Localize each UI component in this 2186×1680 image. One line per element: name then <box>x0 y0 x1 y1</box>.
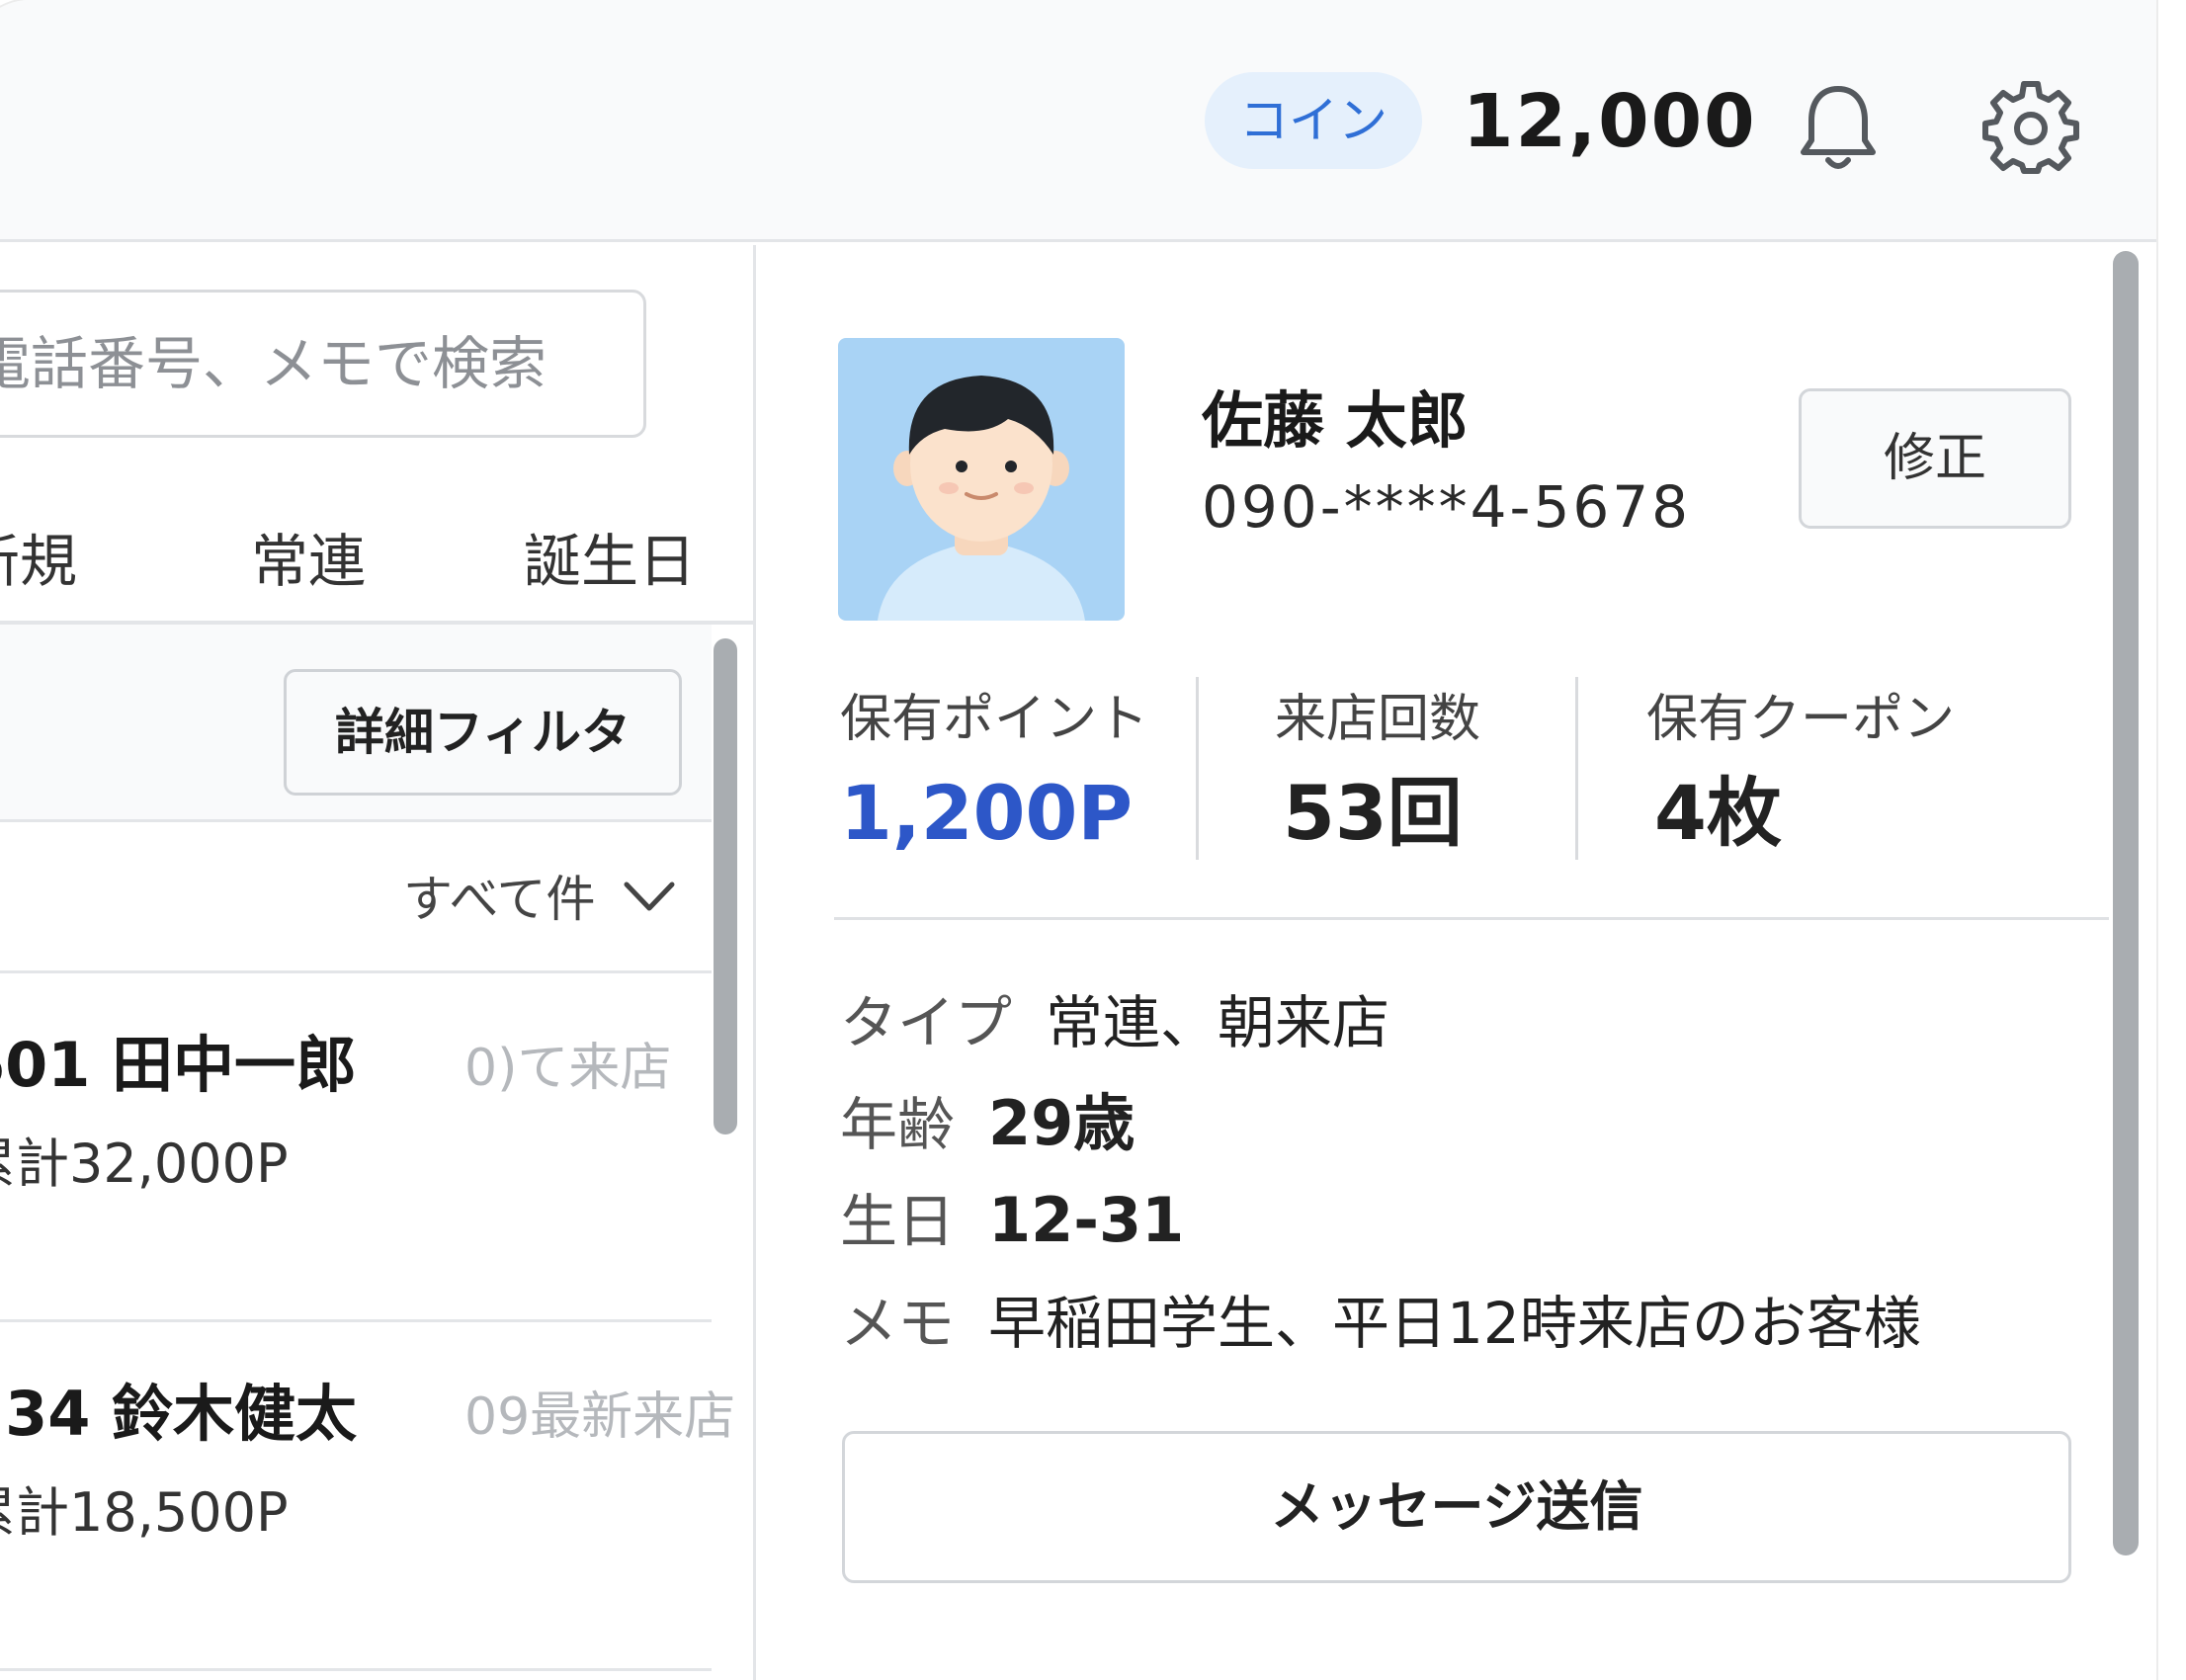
coupons-label: 保有クーポン <box>1646 690 1956 749</box>
search-input[interactable]: 電話番号、メモで検索 <box>0 290 646 438</box>
visits-stat: 来店回数 53回 <box>1275 680 1480 878</box>
coupons-value: 4枚 <box>1654 769 1782 857</box>
visits-label: 来店回数 <box>1275 690 1481 749</box>
customer-name: 佐藤 太郎 <box>1202 384 1469 457</box>
points-label: 保有ポイント <box>840 690 1149 749</box>
coupons-stat: 保有クーポン 4枚 <box>1646 680 1955 878</box>
type-row: タイプ 常連、朝来店 <box>840 978 1389 1067</box>
type-value: 常連、朝来店 <box>1046 989 1390 1056</box>
chevron-down-icon <box>624 882 675 911</box>
top-header: コイン 12,000 <box>0 0 2156 242</box>
customer-list-panel: 電話番号、メモで検索 新規 常連 誕生日 詳細フィルタ すべて件 601 田中一… <box>0 245 756 1680</box>
filter-area: 詳細フィルタ <box>0 625 712 822</box>
tab-new[interactable]: 新規 <box>0 502 77 621</box>
send-message-button[interactable]: メッセージ送信 <box>842 1431 2071 1583</box>
tab-birthday[interactable]: 誕生日 <box>524 502 696 621</box>
filter-tabs: 新規 常連 誕生日 <box>0 502 756 621</box>
points-value: 1,200P <box>840 769 1134 857</box>
stat-divider <box>1575 677 1578 860</box>
age-key: 年齢 <box>840 1091 956 1158</box>
coin-balance: 12,000 <box>1463 79 1757 164</box>
sort-label: すべて件 <box>403 871 596 928</box>
age-row: 年齢 29歳 <box>840 1079 1135 1169</box>
bell-icon[interactable] <box>1784 74 1892 183</box>
avatar <box>838 338 1125 621</box>
visits-value: 53回 <box>1283 769 1463 857</box>
points-stat: 保有ポイント 1,200P <box>840 680 1148 878</box>
coin-badge: コイン <box>1205 72 1422 169</box>
edit-button[interactable]: 修正 <box>1799 388 2071 529</box>
customer-phone: 090-****4-5678 <box>1202 473 1692 541</box>
memo-key: メモ <box>840 1290 956 1357</box>
birthday-row: 生日 12-31 <box>840 1176 1184 1266</box>
customer-detail-panel: 佐藤 太郎 090-****4-5678 修正 保有ポイント 1,200P 来店… <box>759 245 2156 1680</box>
last-visit: 09最新来店 <box>464 1387 736 1447</box>
last-visit: 0)て来店 <box>464 1039 672 1098</box>
total-points: 累計18,500P <box>0 1481 289 1544</box>
detail-scrollbar[interactable] <box>2113 251 2139 1555</box>
list-item[interactable]: 234 鈴木健太 09最新来店 累計18,500P <box>0 1325 735 1671</box>
total-points: 累計32,000P <box>0 1133 289 1195</box>
memo-value: 早稲田学生、平日12時来店のお客様 <box>988 1290 1921 1357</box>
list-item[interactable]: 601 田中一郎 0)て来店 累計32,000P <box>0 976 712 1322</box>
stat-divider <box>1196 677 1199 860</box>
detail-filter-button[interactable]: 詳細フィルタ <box>284 669 682 796</box>
customer-name: 234 鈴木健太 <box>0 1378 358 1450</box>
app-window: コイン 12,000 電話番号、メモで検索 新規 常連 誕生日 <box>0 0 2156 1680</box>
birthday-key: 生日 <box>840 1188 956 1255</box>
type-key: タイプ <box>840 989 1013 1056</box>
tab-regular[interactable]: 常連 <box>251 502 366 621</box>
sort-dropdown[interactable]: すべて件 <box>0 825 712 973</box>
memo-row: メモ 早稲田学生、平日12時来店のお客様 <box>840 1279 1921 1368</box>
customer-name: 601 田中一郎 <box>0 1029 358 1101</box>
birthday-value: 12-31 <box>988 1184 1185 1256</box>
gear-icon[interactable] <box>1976 74 2085 183</box>
list-scrollbar[interactable] <box>714 638 737 1134</box>
age-value: 29歳 <box>988 1087 1135 1159</box>
stats-divider <box>834 917 2109 920</box>
